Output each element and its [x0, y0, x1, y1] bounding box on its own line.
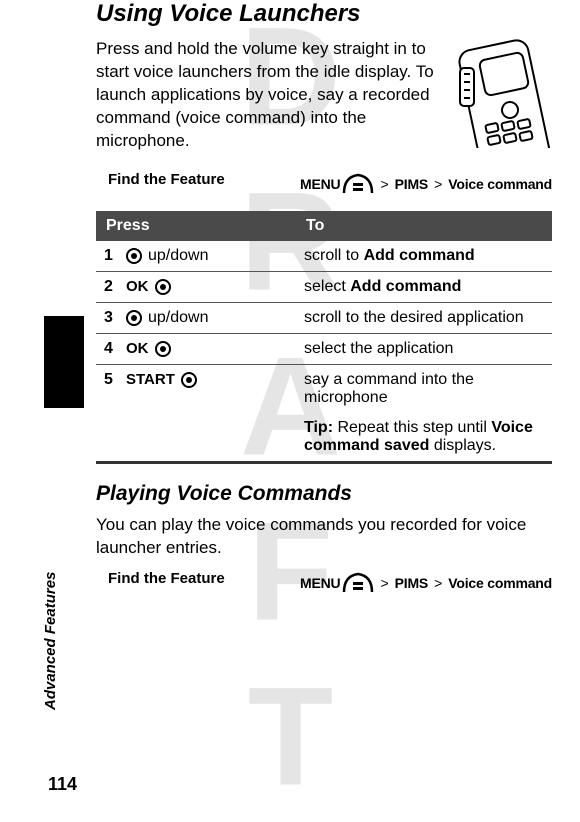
table-row-tip: Tip: Repeat this step until Voice comman… [96, 413, 552, 463]
softkey-label: OK [126, 278, 149, 295]
col-press: Press [96, 211, 296, 241]
nav-key-icon [126, 310, 142, 326]
section-title-voice-launchers: Using Voice Launchers [96, 0, 552, 28]
section-title-playing: Playing Voice Commands [96, 482, 552, 506]
to-text: scroll to the desired application [304, 309, 524, 326]
to-text: say a command into the microphone [304, 371, 474, 406]
softkey-label: OK [126, 340, 149, 357]
table-row: 2 OK select Add command [96, 271, 552, 302]
steps-table: Press To 1 up/down scroll to Add command [96, 211, 552, 464]
table-row: 1 up/down scroll to Add command [96, 241, 552, 272]
path-pims: PIMS [395, 575, 428, 591]
menu-label: MENU [300, 176, 340, 192]
nav-key-icon [155, 341, 171, 357]
find-feature-label: Find the Feature [108, 171, 248, 188]
path-voice-command: Voice command [448, 575, 552, 591]
step-number: 3 [104, 309, 120, 327]
nav-key-icon [155, 279, 171, 295]
table-row: 5 START say a command into the microphon… [96, 364, 552, 413]
to-text: select the application [304, 340, 453, 357]
menu-path-2: MENU > PIMS > Voice command [300, 570, 552, 596]
step-number: 2 [104, 278, 120, 296]
path-sep: > [380, 176, 388, 192]
press-text: up/down [148, 247, 209, 265]
playing-paragraph: You can play the voice commands you reco… [96, 514, 552, 560]
to-bold: Add command [350, 278, 461, 295]
menu-path-1: MENU > PIMS > Voice command [300, 171, 552, 197]
col-to: To [296, 211, 552, 241]
tip-label: Tip: [304, 419, 333, 436]
path-voice-command: Voice command [448, 176, 552, 192]
table-row: 4 OK select the application [96, 333, 552, 364]
to-text: select [304, 278, 350, 295]
page-number: 114 [48, 774, 77, 795]
step-number: 4 [104, 340, 120, 358]
tip-text-after: displays. [429, 437, 496, 454]
tip-text-before: Repeat this step until [333, 419, 491, 436]
phone-illustration [452, 38, 552, 148]
nav-key-icon [126, 248, 142, 264]
path-sep: > [434, 176, 442, 192]
menu-key-icon [342, 171, 374, 197]
find-the-feature-row-1: Find the Feature MENU > PIMS > Voice com… [108, 171, 552, 197]
page-content: Using Voice Launchers Press and hold the… [0, 0, 580, 596]
menu-key-icon [342, 570, 374, 596]
step-number: 1 [104, 247, 120, 265]
path-pims: PIMS [395, 176, 428, 192]
find-the-feature-row-2: Find the Feature MENU > PIMS > Voice com… [108, 570, 552, 596]
path-sep: > [380, 575, 388, 591]
nav-key-icon [181, 372, 197, 388]
to-text: scroll to [304, 247, 364, 264]
step-number: 5 [104, 371, 120, 389]
find-feature-label: Find the Feature [108, 570, 248, 587]
table-row: 3 up/down scroll to the desired applicat… [96, 302, 552, 333]
press-text: up/down [148, 309, 209, 327]
path-sep: > [434, 575, 442, 591]
menu-label: MENU [300, 575, 340, 591]
to-bold: Add command [364, 247, 475, 264]
softkey-label: START [126, 371, 175, 388]
